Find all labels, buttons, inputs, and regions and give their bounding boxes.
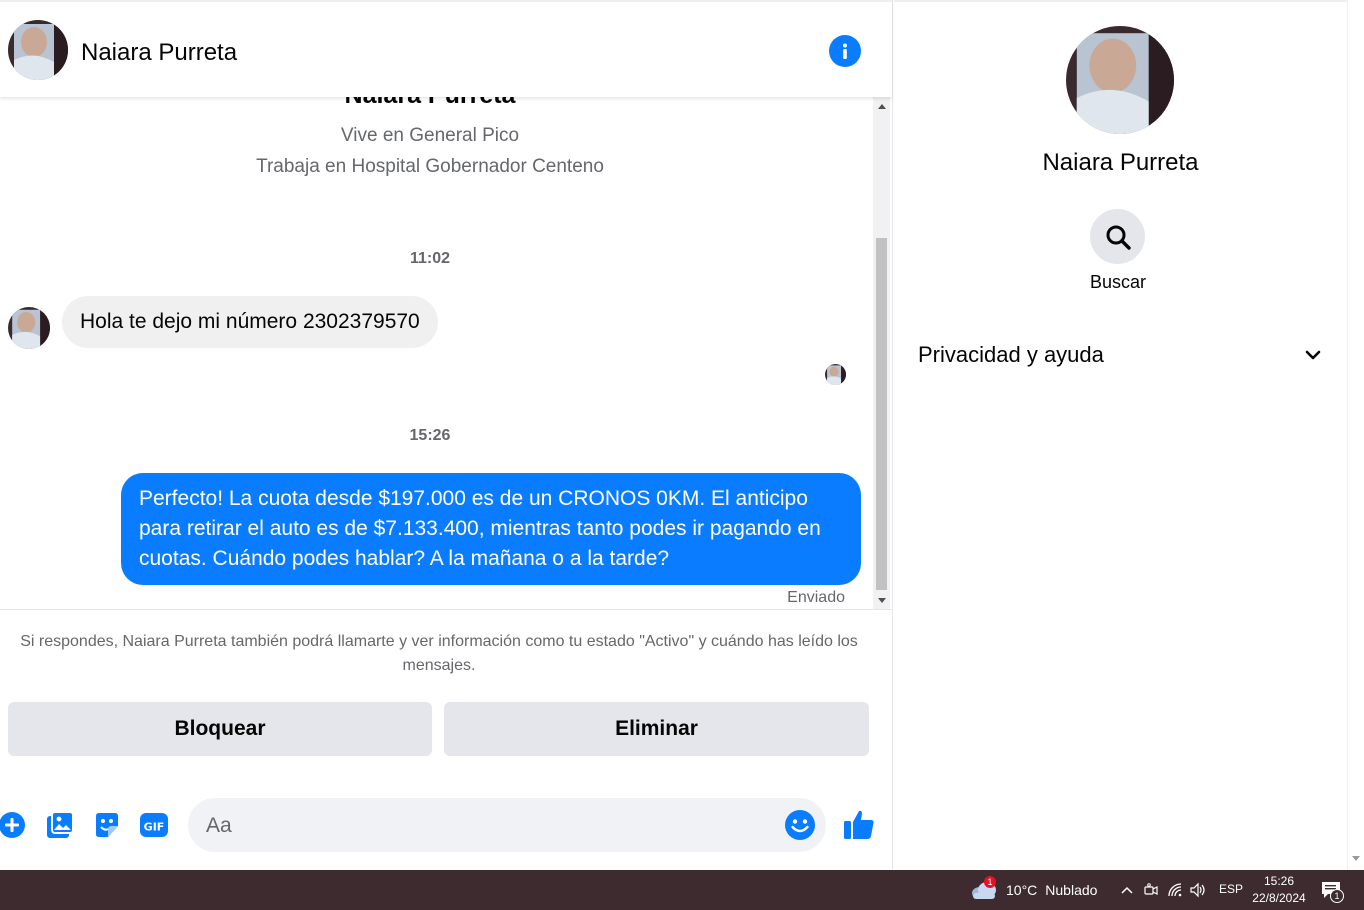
photo-icon[interactable] — [43, 808, 77, 842]
system-clock[interactable]: 15:26 22/8/2024 — [1246, 873, 1312, 907]
weather-widget[interactable]: 1 10°C Nublado — [970, 876, 1098, 902]
message-bubble-outgoing[interactable]: Perfecto! La cuota desde $197.000 es de … — [121, 473, 861, 585]
chevron-down-icon — [1305, 350, 1321, 360]
contact-avatar-large[interactable] — [1066, 26, 1174, 134]
message-list[interactable]: Naiara Purreta Vive en General Pico Trab… — [0, 97, 872, 609]
search-button[interactable] — [1090, 209, 1145, 264]
chat-header: Naiara Purreta — [0, 0, 892, 97]
scroll-down-arrow[interactable] — [873, 593, 890, 607]
clock-date: 22/8/2024 — [1252, 891, 1306, 905]
message-scrollbar[interactable] — [873, 97, 890, 609]
thumbs-up-icon[interactable] — [842, 807, 876, 841]
volume-icon[interactable] — [1189, 881, 1207, 899]
privacy-help-toggle[interactable]: Privacidad y ayuda — [918, 338, 1324, 372]
message-bubble-incoming[interactable]: Hola te dejo mi número 2302379570 — [62, 296, 438, 348]
delete-button[interactable]: Eliminar — [444, 702, 869, 756]
block-button[interactable]: Bloquear — [8, 702, 432, 756]
message-status: Enviado — [787, 589, 845, 606]
plus-circle-icon[interactable] — [0, 808, 29, 842]
svg-text:GIF: GIF — [144, 821, 165, 834]
search-label: Buscar — [1089, 272, 1147, 292]
app-window: Naiara Purreta Naiara Purreta Vive en Ge… — [0, 0, 1364, 910]
message-input[interactable]: Aa — [188, 798, 826, 852]
taskbar: 1 10°C Nublado ESP 15:26 22/8/2024 1 — [0, 870, 1364, 910]
profile-lives: Vive en General Pico — [340, 125, 520, 146]
notification-count: 1 — [1330, 889, 1344, 903]
scroll-thumb[interactable] — [876, 238, 887, 590]
privacy-help-label: Privacidad y ayuda — [918, 342, 1104, 367]
clock-time: 15:26 — [1263, 874, 1295, 888]
wifi-icon[interactable] — [1166, 881, 1184, 899]
message-composer: GIF Aa — [0, 798, 892, 854]
contact-details-pane: Naiara Purreta Buscar Privacidad y ayuda — [894, 0, 1347, 870]
message-avatar[interactable] — [8, 307, 50, 349]
language-indicator[interactable]: ESP — [1219, 882, 1243, 896]
weather-temperature: 10°C — [1006, 882, 1038, 898]
page-scrollbar[interactable] — [1347, 0, 1364, 870]
scroll-up-arrow[interactable] — [873, 99, 890, 113]
weather-badge: 1 — [984, 876, 996, 888]
timestamp-separator: 11:02 — [409, 250, 451, 267]
profile-name-cut: Naiara Purreta — [0, 97, 860, 110]
emoji-icon[interactable] — [784, 809, 816, 841]
cloud-icon: 1 — [970, 876, 998, 901]
seen-indicator-avatar — [825, 364, 846, 385]
notification-center-icon[interactable]: 1 — [1320, 879, 1344, 903]
privacy-notice: Si respondes, Naiara Purreta también pod… — [20, 633, 858, 674]
timestamp-separator: 15:26 — [409, 427, 451, 444]
gif-icon[interactable]: GIF — [137, 808, 171, 842]
contact-name[interactable]: Naiara Purreta — [81, 39, 237, 67]
info-icon — [843, 43, 847, 59]
meet-now-icon[interactable] — [1142, 881, 1160, 899]
contact-name-large: Naiara Purreta — [1042, 149, 1199, 176]
sticker-icon[interactable] — [90, 808, 124, 842]
divider — [0, 609, 892, 610]
contact-avatar[interactable] — [8, 20, 68, 80]
chat-pane: Naiara Purreta Naiara Purreta Vive en Ge… — [0, 0, 893, 870]
search-icon — [1106, 225, 1131, 250]
profile-works: Trabaja en Hospital Gobernador Centeno — [256, 156, 604, 177]
message-input-placeholder: Aa — [206, 814, 232, 837]
info-button[interactable] — [829, 35, 861, 67]
weather-condition: Nublado — [1045, 882, 1098, 898]
chevron-up-icon[interactable] — [1118, 881, 1136, 899]
